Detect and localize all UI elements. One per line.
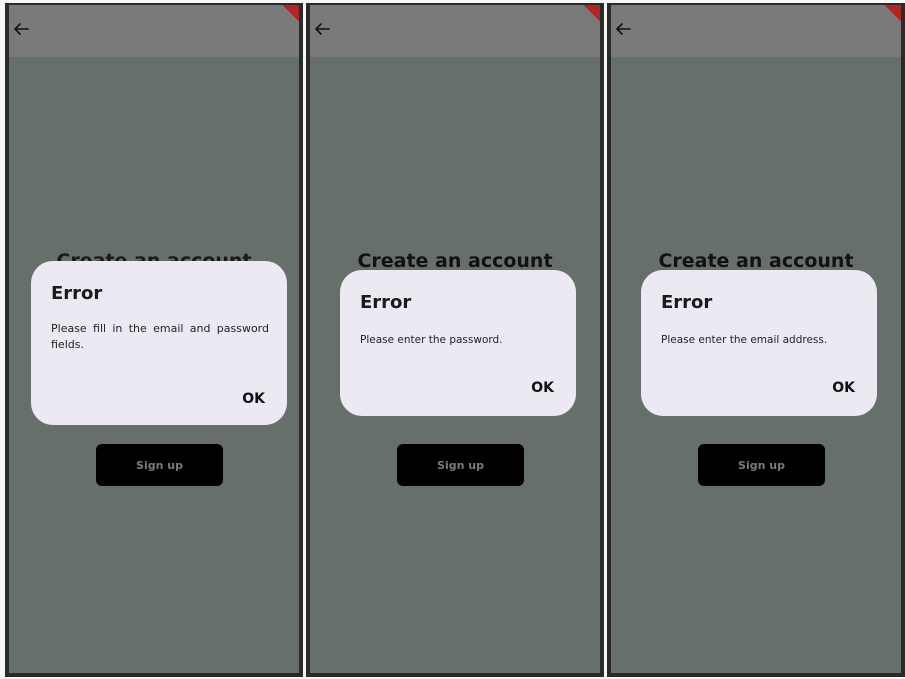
ok-button[interactable]: OK: [531, 380, 554, 396]
app-bar: [310, 5, 600, 57]
phone-screen-3: Create an account Sign up Error Please e…: [607, 3, 905, 677]
app-bar: [611, 5, 901, 57]
arrow-left-icon[interactable]: [312, 19, 332, 39]
dialog-message: Please fill in the email and password fi…: [51, 322, 269, 351]
debug-banner: [279, 5, 299, 30]
dialog-message: Please enter the password.: [360, 334, 503, 346]
sign-up-button[interactable]: Sign up: [397, 444, 524, 486]
error-dialog: Error Please fill in the email and passw…: [31, 261, 287, 425]
arrow-left-icon[interactable]: [613, 19, 633, 39]
arrow-left-icon[interactable]: [11, 19, 31, 39]
debug-banner: [881, 5, 901, 30]
dialog-message: Please enter the email address.: [661, 334, 828, 346]
debug-banner: [580, 5, 600, 30]
app-bar: [9, 5, 299, 57]
phone-screen-2: Create an account Sign up Error Please e…: [306, 3, 604, 677]
sign-up-button[interactable]: Sign up: [698, 444, 825, 486]
phone-screen-1: Create an account Sign up Error Please f…: [5, 3, 303, 677]
error-dialog: Error Please enter the password. OK: [340, 270, 576, 416]
ok-button[interactable]: OK: [832, 380, 855, 396]
ok-button[interactable]: OK: [242, 391, 265, 407]
page-title: Create an account: [658, 250, 854, 272]
sign-up-button[interactable]: Sign up: [96, 444, 223, 486]
dialog-title: Error: [661, 292, 713, 313]
error-dialog: Error Please enter the email address. OK: [641, 270, 877, 416]
screenshot-stage: Create an account Sign up Error Please f…: [0, 0, 905, 679]
dialog-title: Error: [360, 292, 412, 313]
dialog-title: Error: [51, 283, 103, 304]
page-title: Create an account: [357, 250, 553, 272]
